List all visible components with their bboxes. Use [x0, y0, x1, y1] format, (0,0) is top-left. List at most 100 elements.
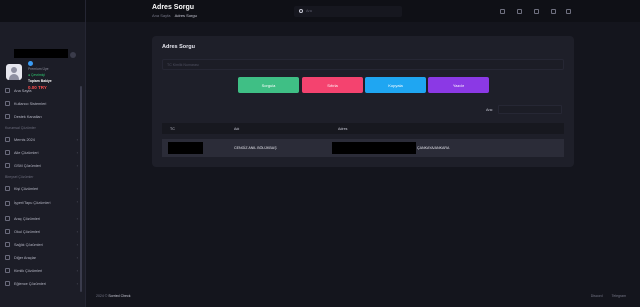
sifirla-button[interactable]: Sıfırla [302, 77, 363, 93]
table-filter-label: Ara: [486, 108, 493, 112]
sidebar-section-bireysel: Bireysel Çözümler [5, 175, 34, 179]
sidebar-item-isyeri-tapu[interactable]: İşyeri/Tapu Çözümleri › [0, 195, 86, 212]
footer-link-telegram[interactable]: Telegram [612, 294, 626, 298]
redacted-address [332, 142, 416, 154]
car-icon [5, 216, 10, 221]
table-filter-input[interactable] [498, 105, 562, 114]
chevron-right-icon: › [76, 255, 78, 260]
profile-panel: Premium Üye ● Çevrimiçi Toplam Bakiye 0.… [0, 22, 85, 90]
tools-icon [5, 255, 10, 260]
sidebar-item-aile[interactable]: Aile Çözümleri › [0, 146, 86, 159]
sidebar-item-label: Destek Kanalları [14, 114, 42, 119]
search-placeholder: Ara [306, 9, 312, 13]
sidebar-item-label: Kimlik Çözümleri [14, 268, 43, 273]
address-query-card: Adres Sorgu TC Kimlik Numarası Sorgula S… [152, 36, 574, 167]
gamepad-icon [5, 281, 10, 286]
user-icon[interactable] [534, 9, 539, 14]
card-title: Adres Sorgu [162, 44, 196, 50]
table-header [162, 123, 564, 134]
sidebar-item-saglik[interactable]: Sağlık Çözümleri › [0, 238, 86, 251]
sidebar-item-label: Aile Çözümleri [14, 150, 39, 155]
sidebar-nav: Ana Sayfa Kullanıcı Sistemleri Destek Ka… [0, 84, 86, 290]
theme-toggle-icon[interactable] [551, 9, 556, 14]
column-header-tc[interactable]: TC [170, 127, 175, 131]
chevron-right-icon: › [76, 216, 78, 221]
breadcrumb-current: Adres Sorgu [174, 13, 197, 18]
balance-label: Toplam Bakiye [28, 79, 52, 83]
sidebar-item-label: GSM Çözümleri [14, 163, 41, 168]
chevron-right-icon: › [76, 163, 78, 168]
profile-settings-icon[interactable] [70, 52, 76, 58]
support-icon [5, 114, 10, 119]
sidebar-item-ana-sayfa[interactable]: Ana Sayfa [0, 84, 86, 97]
person-icon [5, 186, 10, 191]
tc-input[interactable]: TC Kimlik Numarası [162, 59, 564, 70]
yazdir-button[interactable]: Yazdır [428, 77, 489, 93]
topbar: Adres Sorgu Ana Sayfa Adres Sorgu Ara [86, 0, 640, 22]
sidebar-item-label: Sağlık Çözümleri [14, 242, 43, 247]
chevron-right-icon: › [76, 229, 78, 234]
membership-label: Premium Üye [28, 67, 49, 71]
sidebar-item-label: Kişi Çözümleri [14, 186, 39, 191]
column-header-adres[interactable]: Adres [338, 127, 347, 131]
power-icon[interactable] [566, 9, 571, 14]
avatar [6, 64, 22, 80]
tc-input-placeholder: TC Kimlik Numarası [167, 62, 199, 67]
search-icon [299, 9, 303, 13]
sidebar-item-label: Eğlence Çözümleri [14, 281, 46, 286]
kopyala-button[interactable]: Kopyala [365, 77, 426, 93]
school-icon [5, 229, 10, 234]
sidebar-item-label: Ana Sayfa [14, 88, 32, 93]
chevron-right-icon: › [76, 137, 78, 142]
column-header-adi[interactable]: Adı [234, 127, 239, 131]
chevron-right-icon: › [76, 199, 78, 204]
sidebar-item-label: Araç Çözümleri [14, 216, 40, 221]
brand-bar [0, 0, 85, 22]
footer-links: Discord Telegram [583, 294, 626, 298]
building-icon [5, 201, 10, 206]
sorgula-button[interactable]: Sorgula [238, 77, 299, 93]
sidebar-item-arac[interactable]: Araç Çözümleri › [0, 212, 86, 225]
table-cell-adres: ÇANKAYA/ANKARA [417, 146, 450, 150]
users-icon [5, 101, 10, 106]
sidebar-scrollbar[interactable] [80, 86, 82, 292]
sidebar-item-mernis[interactable]: Mernis 2024 › [0, 133, 86, 146]
sidebar: Premium Üye ● Çevrimiçi Toplam Bakiye 0.… [0, 0, 86, 307]
table-cell-adi: CENGİZ ANIL BÖLÜKBAŞ [234, 146, 277, 150]
id-card-icon [5, 268, 10, 273]
family-icon [5, 150, 10, 155]
footer-brand[interactable]: Sorried Check [108, 294, 130, 298]
chevron-right-icon: › [76, 281, 78, 286]
footer-link-discord[interactable]: Discord [591, 294, 603, 298]
sidebar-item-gsm[interactable]: GSM Çözümleri › [0, 159, 86, 172]
sidebar-item-diger[interactable]: Diğer Araçlar › [0, 251, 86, 264]
chevron-right-icon: › [76, 186, 78, 191]
search-input[interactable]: Ara [294, 6, 402, 17]
health-icon [5, 242, 10, 247]
chevron-right-icon: › [76, 242, 78, 247]
notification-icon[interactable] [517, 9, 522, 14]
breadcrumb-home[interactable]: Ana Sayfa [152, 13, 170, 18]
online-status: ● Çevrimiçi [28, 73, 45, 77]
sidebar-item-label: Mernis 2024 [14, 137, 35, 142]
sidebar-item-kisi[interactable]: Kişi Çözümleri › [0, 182, 86, 195]
phone-icon [5, 163, 10, 168]
page-title: Adres Sorgu [152, 4, 195, 11]
home-icon [5, 88, 10, 93]
cart-icon[interactable] [500, 9, 505, 14]
chevron-right-icon: › [76, 150, 78, 155]
database-icon [5, 137, 10, 142]
footer-year: 2024 © [96, 294, 108, 298]
sidebar-section-kurumsal: Kurumsal Çözümler [5, 126, 36, 130]
sidebar-item-label: Okul Çözümleri [14, 229, 40, 234]
sidebar-item-kimlik[interactable]: Kimlik Çözümleri › [0, 264, 86, 277]
redacted-username [14, 49, 68, 58]
sidebar-item-label: Diğer Araçlar [14, 255, 36, 260]
footer-copyright: 2024 © Sorried Check [96, 294, 131, 298]
sidebar-item-eglence[interactable]: Eğlence Çözümleri › [0, 277, 86, 290]
sidebar-item-label: İşyeri/Tapu Çözümleri [14, 201, 51, 205]
breadcrumb: Ana Sayfa Adres Sorgu [152, 13, 197, 18]
sidebar-item-okul[interactable]: Okul Çözümleri › [0, 225, 86, 238]
sidebar-item-kullanici-sistemleri[interactable]: Kullanıcı Sistemleri [0, 97, 86, 110]
sidebar-item-destek-kanallari[interactable]: Destek Kanalları [0, 110, 86, 123]
